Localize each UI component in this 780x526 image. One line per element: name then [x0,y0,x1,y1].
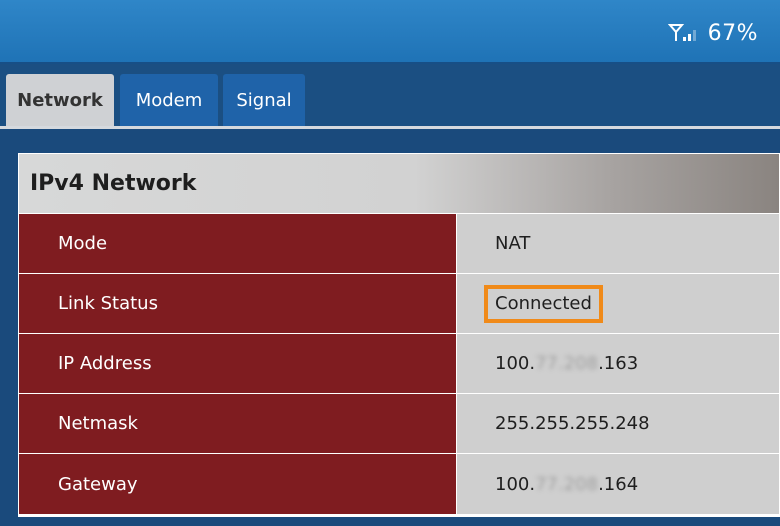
table-row-mode: Mode NAT [19,214,779,274]
signal-antenna-icon [667,24,696,41]
link-status-label: Link Status [19,274,457,333]
tab-signal[interactable]: Signal [223,74,305,126]
gateway-value: 100. 77.208.164 [457,454,779,514]
panel-header: IPv4 Network [19,154,779,214]
status-indicators: 67% [667,18,758,48]
table-row-gateway: Gateway 100. 77.208.164 [19,454,779,514]
ip-address-masked: 77.208 [535,353,599,374]
ipv4-network-panel: IPv4 Network Mode NAT Link Status Connec… [18,153,780,517]
netmask-label: Netmask [19,394,457,453]
tab-network[interactable]: Network [6,74,114,126]
tab-bar: Network Modem Signal [0,64,780,129]
gateway-label: Gateway [19,454,457,514]
netmask-value-text: 255.255.255.248 [495,413,650,434]
ip-address-prefix: 100. [495,353,536,374]
ip-address-suffix: .163 [598,353,639,374]
gateway-suffix: .164 [598,473,639,495]
table-row-netmask: Netmask 255.255.255.248 [19,394,779,454]
table-row-link-status: Link Status Connected [19,274,779,334]
tab-modem[interactable]: Modem [120,74,218,126]
mode-value: NAT [457,214,779,273]
battery-percent: 67% [707,20,758,46]
top-status-bar: 67% [0,0,780,64]
ip-address-label: IP Address [19,334,457,393]
mode-value-text: NAT [495,233,531,254]
ip-address-value: 100. 77.208.163 [457,334,779,393]
mode-label: Mode [19,214,457,273]
netmask-value: 255.255.255.248 [457,394,779,453]
link-status-value: Connected [457,274,779,333]
panel-title: IPv4 Network [30,171,197,196]
gateway-masked: 77.208 [535,473,599,495]
gateway-prefix: 100. [495,473,536,495]
table-row-ip-address: IP Address 100. 77.208.163 [19,334,779,394]
link-status-highlight: Connected [484,284,603,323]
